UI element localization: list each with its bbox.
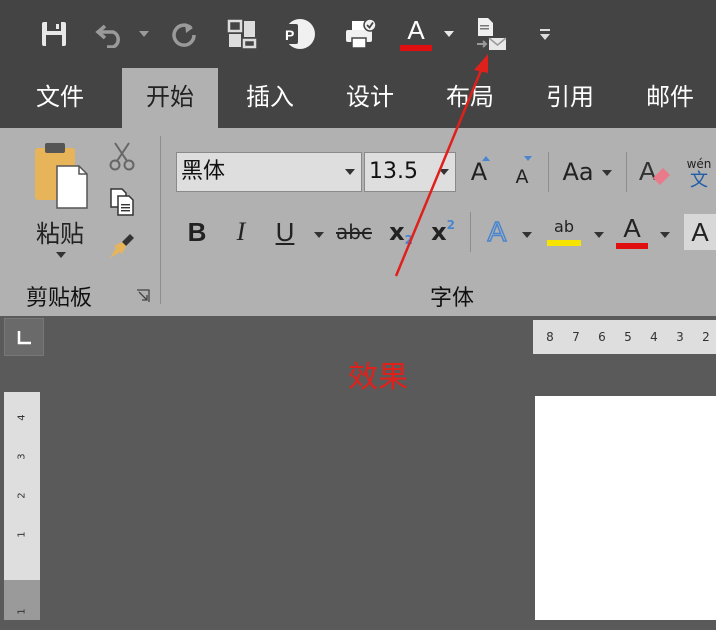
- watermark: Bai经验 jingyan.baidu.com: [576, 540, 688, 620]
- annotation-arrow: [394, 54, 488, 277]
- watermark-url: jingyan.baidu.com: [576, 576, 687, 590]
- watermark-brand-cn: 经验: [616, 545, 661, 570]
- watermark-brand: Bai: [576, 541, 617, 571]
